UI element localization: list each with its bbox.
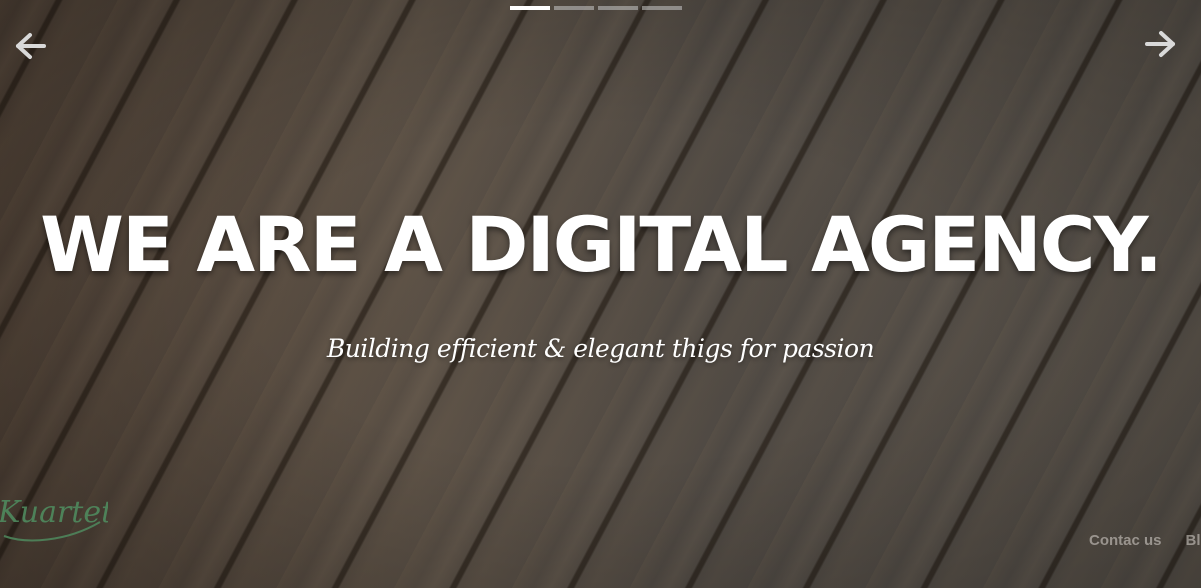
brand-logo[interactable]: Kuartett [0, 478, 126, 548]
arrow-left-icon [16, 33, 46, 59]
arrow-right-icon [1145, 31, 1175, 57]
logo-text: Kuartett [0, 495, 108, 530]
hero-headline: WE ARE A DIGITAL AGENCY. [40, 200, 1163, 289]
carousel-indicator-1[interactable] [510, 6, 550, 10]
carousel-prev-button[interactable] [14, 30, 48, 62]
nav-link-blog[interactable]: Blo [1186, 532, 1201, 549]
carousel-indicator-2[interactable] [554, 6, 594, 10]
hero-slider: WE ARE A DIGITAL AGENCY. Building effici… [0, 0, 1201, 588]
nav-link-contact[interactable]: Contac us [1089, 532, 1162, 549]
footer-nav: Contac us Blo [1089, 532, 1201, 549]
hero-tagline: Building efficient & elegant thigs for p… [326, 334, 875, 363]
carousel-indicators [510, 6, 682, 10]
carousel-next-button[interactable] [1143, 30, 1177, 62]
carousel-indicator-3[interactable] [598, 6, 638, 10]
carousel-indicator-4[interactable] [642, 6, 682, 10]
